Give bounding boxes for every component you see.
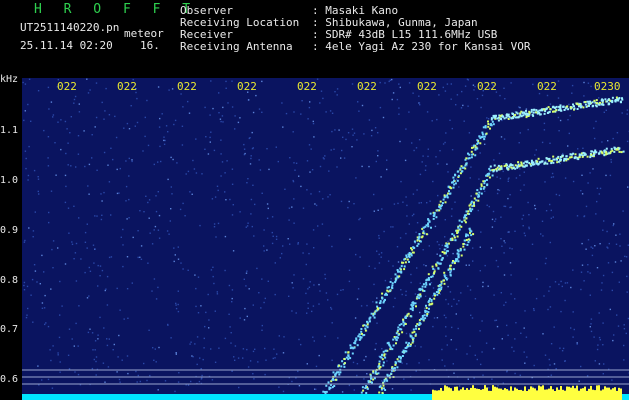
x-tick-label: 022 [297, 80, 317, 93]
y-tick-label: 1.1 [0, 125, 19, 136]
antenna-label: Receiving Antenna [180, 40, 293, 53]
y-tick-label: 0.7 [0, 324, 19, 335]
x-tick-label: 022 [117, 80, 137, 93]
count-value: 16. [140, 39, 160, 52]
y-unit-label: kHz [0, 74, 19, 85]
header-panel: H R O F F T UT2511140220.pn meteor 25.11… [0, 0, 629, 78]
x-tick-label: 022 [477, 80, 497, 93]
file-name: UT2511140220.pn [20, 21, 120, 34]
y-tick-label: 1.0 [0, 175, 19, 186]
x-tick-label: 022 [357, 80, 377, 93]
spectrogram [22, 78, 629, 400]
x-tick-label: 022 [417, 80, 437, 93]
app-brand: H R O F F T [34, 2, 198, 17]
x-tick-label: 0230 [594, 80, 621, 93]
x-tick-label: 022 [57, 80, 77, 93]
x-tick-label: 022 [177, 80, 197, 93]
y-tick-label: 0.8 [0, 275, 19, 286]
x-tick-label: 022 [537, 80, 557, 93]
timestamp: 25.11.14 02:20 [20, 39, 113, 52]
x-tick-label: 022 [237, 80, 257, 93]
y-tick-label: 0.9 [0, 225, 19, 236]
y-tick-label: 0.6 [0, 374, 19, 385]
spectrogram-background [22, 78, 629, 400]
antenna-value: : 4ele Yagi Az 230 for Kansai VOR [312, 40, 531, 53]
